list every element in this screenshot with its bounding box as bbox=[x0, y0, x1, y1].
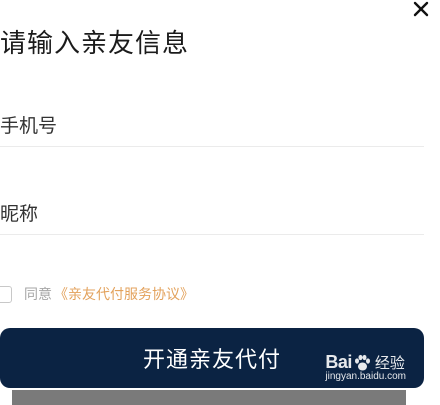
watermark-logo-left: Bai bbox=[325, 352, 352, 372]
agreement-link[interactable]: 《亲友代付服务协议》 bbox=[54, 284, 194, 304]
nickname-field-row bbox=[0, 194, 424, 235]
watermark-logo-right: 经验 bbox=[374, 354, 405, 372]
nickname-input[interactable] bbox=[0, 203, 424, 225]
close-icon[interactable] bbox=[412, 0, 430, 18]
agree-label: 同意 bbox=[24, 287, 52, 303]
bottom-toolbar-strip bbox=[12, 390, 406, 405]
watermark-logo-row: Bai 经验 bbox=[325, 352, 405, 373]
paw-icon bbox=[354, 354, 370, 370]
watermark-url: jingyan.baidu.com bbox=[325, 371, 406, 382]
baidu-jingyan-watermark: Bai 经验 jingyan.baidu.com bbox=[325, 352, 406, 392]
agreement-row: 同意 《亲友代付服务协议》 bbox=[0, 284, 194, 304]
phone-input[interactable] bbox=[0, 115, 424, 137]
agreement-checkbox[interactable] bbox=[0, 285, 12, 303]
phone-field-row bbox=[0, 106, 424, 147]
dialog-title: 请输入亲友信息 bbox=[0, 29, 190, 59]
